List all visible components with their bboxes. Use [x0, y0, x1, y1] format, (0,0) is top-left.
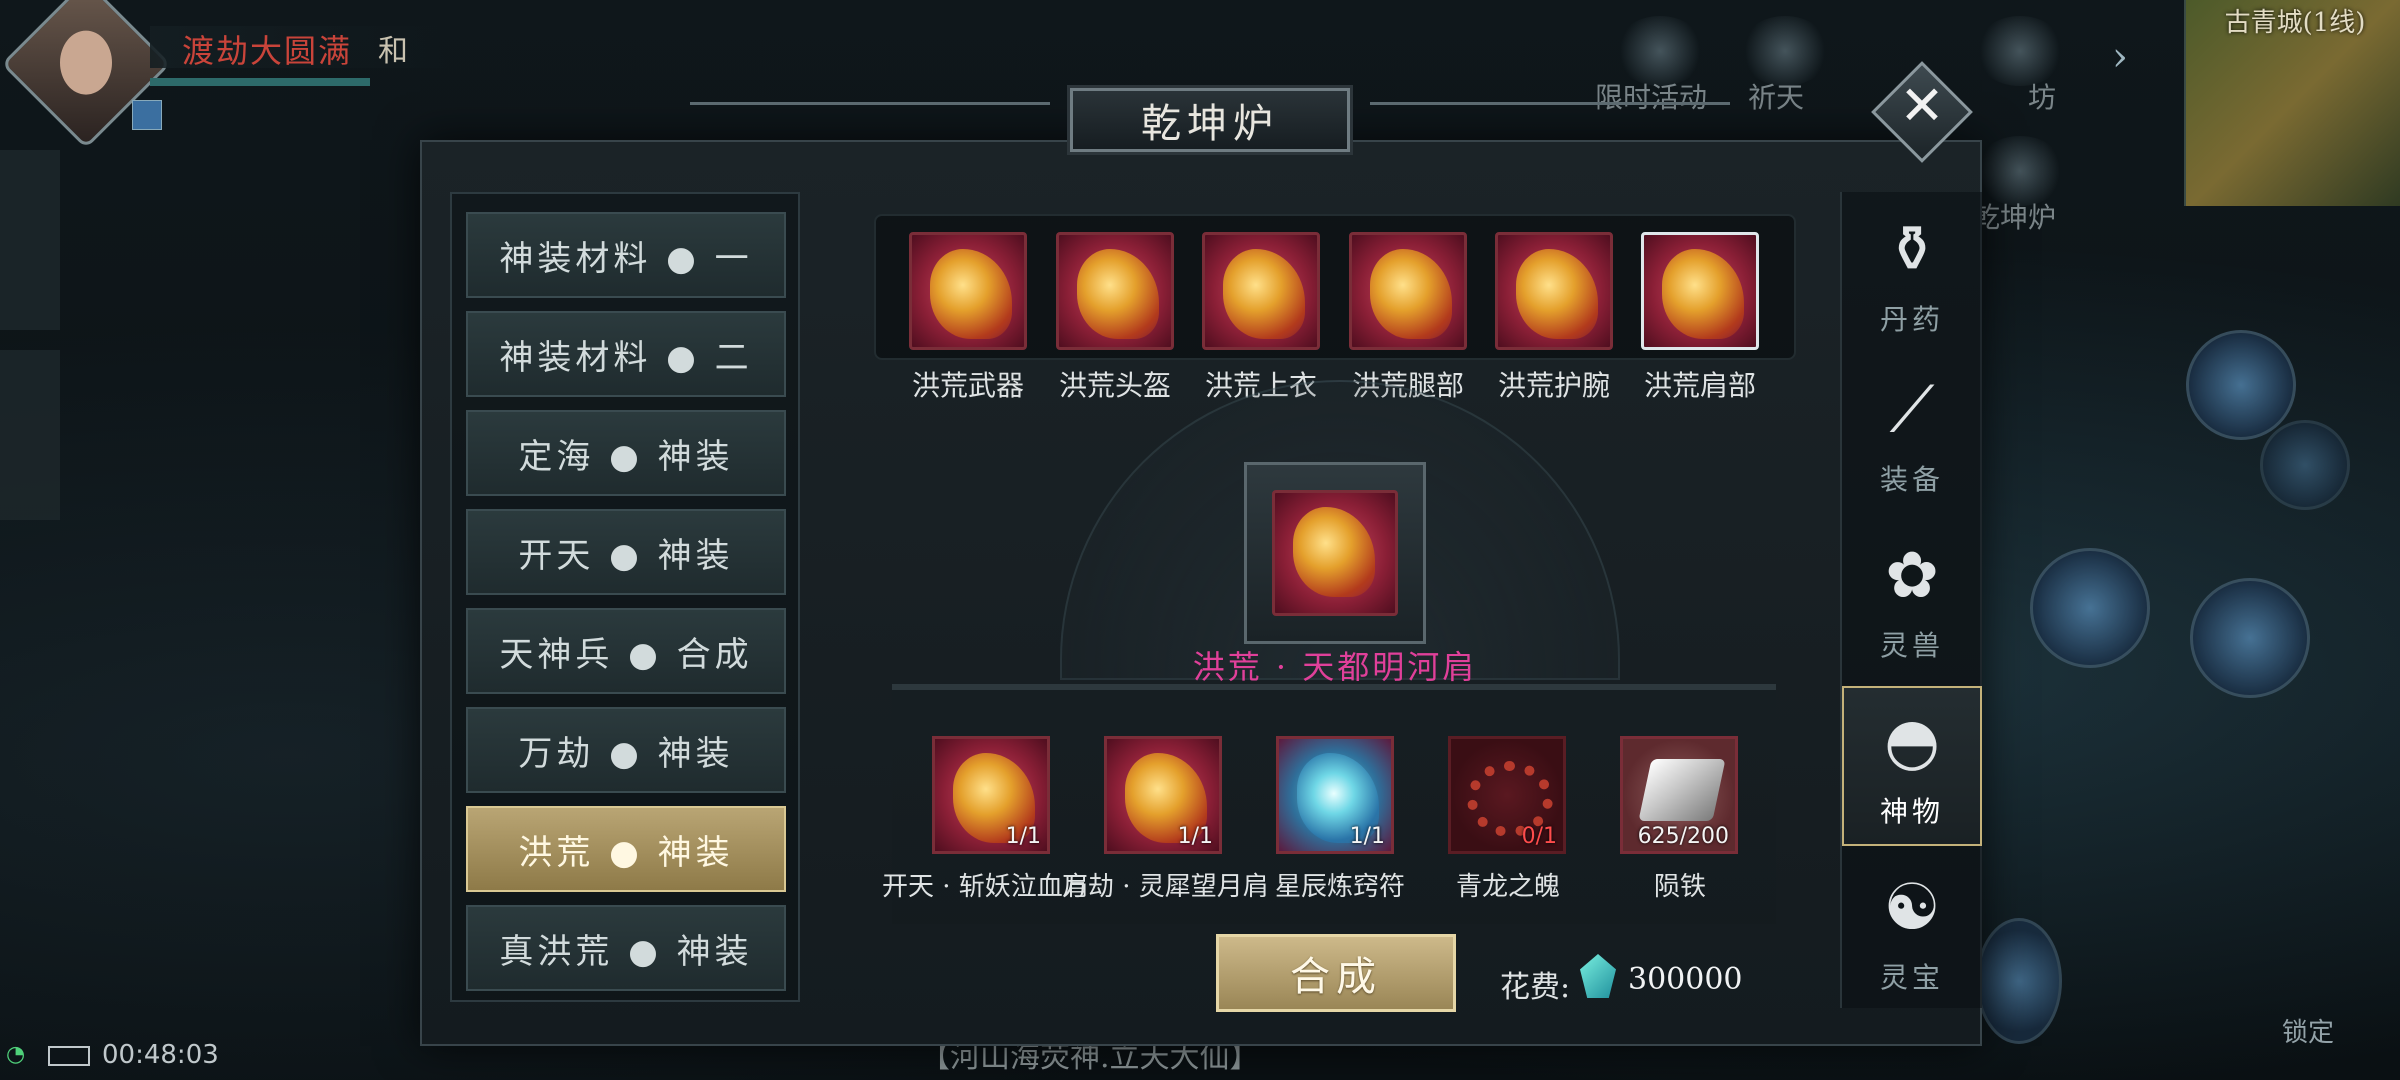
- close-icon[interactable]: ✕: [1886, 70, 1958, 142]
- player-hp-bar: [150, 78, 370, 86]
- dialog-title: 乾坤炉: [1141, 101, 1279, 147]
- compose-button[interactable]: 合成: [1216, 934, 1456, 1012]
- equip-label-shoulder: 洪荒肩部: [1643, 369, 1756, 402]
- equip-label-helmet: 洪荒头盔: [1058, 369, 1171, 402]
- tab-equipment[interactable]: ⟋ 装备: [1842, 352, 1982, 512]
- mortar-icon: ⚱: [1885, 213, 1939, 287]
- lock-target-label[interactable]: 锁定: [2282, 1012, 2334, 1049]
- material-label-4: 青龙之魄: [1455, 872, 1560, 902]
- side-flag-tab[interactable]: [0, 350, 60, 520]
- minimap-title: 古青城(1线): [2224, 8, 2366, 38]
- shoulder-icon: [1662, 249, 1744, 339]
- menu-item-wanjie[interactable]: 万劫 ● 神装: [466, 707, 786, 793]
- pray-label: 祈天: [1748, 81, 1805, 114]
- material-count: 1/1: [1005, 824, 1041, 849]
- material-count: 1/1: [1177, 824, 1213, 849]
- material-count: 1/1: [1349, 824, 1385, 849]
- skill-button-5[interactable]: [1976, 918, 2062, 1044]
- skill-button-4[interactable]: [2260, 420, 2350, 510]
- material-slot-3[interactable]: 1/1: [1276, 736, 1394, 854]
- equip-slot-weapon[interactable]: [909, 232, 1027, 350]
- shoulder-icon: [1293, 507, 1375, 597]
- menu-item-honghuang[interactable]: 洪荒 ● 神装: [466, 806, 786, 892]
- legs-icon: [1370, 249, 1452, 339]
- tab-divine-item[interactable]: ◓ 神物: [1842, 686, 1982, 846]
- material-label-1: 开天 · 斩妖泣血肩: [882, 872, 1089, 902]
- expand-arrow-icon[interactable]: ›: [2112, 34, 2166, 88]
- buff-icon[interactable]: [132, 100, 162, 130]
- tab-elixir-label: 丹药: [1879, 303, 1944, 336]
- menu-item-kaitian[interactable]: 开天 ● 神装: [466, 509, 786, 595]
- target-item-name: 洪荒 · 天都明河肩: [1192, 648, 1478, 686]
- equip-slot-bracer[interactable]: [1495, 232, 1613, 350]
- material-label-2: 万劫 · 灵犀望月肩: [1062, 872, 1269, 902]
- player-mode-tag[interactable]: 和: [378, 26, 408, 70]
- equip-label-bracer: 洪荒护腕: [1497, 369, 1610, 402]
- material-label-5: 陨铁: [1653, 872, 1706, 902]
- dialog-title-plate: 乾坤炉: [1067, 85, 1353, 155]
- battery-icon: [48, 1046, 90, 1066]
- target-item-slot[interactable]: [1272, 490, 1398, 616]
- equip-slot-armor[interactable]: [1202, 232, 1320, 350]
- armor-icon: [1223, 249, 1305, 339]
- cost-label: 花费:: [1500, 970, 1571, 1005]
- tab-elixir[interactable]: ⚱ 丹药: [1842, 192, 1982, 352]
- skill-button-3[interactable]: [2186, 330, 2296, 440]
- tab-divine-item-label: 神物: [1879, 795, 1944, 828]
- material-count: 0/1: [1521, 824, 1557, 849]
- title-ornament-left: [690, 102, 1050, 120]
- menu-item-material-1[interactable]: 神装材料 ● 一: [466, 212, 786, 298]
- material-slot-5[interactable]: 625/200: [1620, 736, 1738, 854]
- skill-button-2[interactable]: [2190, 578, 2310, 698]
- wifi-icon: ◔: [6, 1042, 26, 1067]
- menu-item-tianshenbing[interactable]: 天神兵 ● 合成: [466, 608, 786, 694]
- helmet-icon: [1077, 249, 1159, 339]
- side-task-tab[interactable]: [0, 150, 60, 330]
- equip-label-weapon: 洪荒武器: [911, 369, 1024, 402]
- equip-slot-helmet[interactable]: [1056, 232, 1174, 350]
- paw-icon: ✿: [1885, 539, 1939, 613]
- spear-icon: ⟋: [1889, 373, 1935, 447]
- treasure-icon: ☯: [1883, 871, 1941, 945]
- shop-label: 坊: [2028, 81, 2057, 114]
- skill-button-1[interactable]: [2030, 548, 2150, 668]
- furnace-hud-label: 乾坤炉: [1972, 201, 2057, 234]
- weapon-icon: [930, 249, 1012, 339]
- equip-slot-legs[interactable]: [1349, 232, 1467, 350]
- tab-beast[interactable]: ✿ 灵兽: [1842, 518, 1982, 678]
- iron-icon: [1638, 759, 1726, 821]
- player-name: 渡劫大圆满: [182, 32, 353, 70]
- tab-beast-label: 灵兽: [1879, 629, 1944, 662]
- cost-value: 300000: [1628, 962, 1743, 997]
- tab-treasure[interactable]: ☯ 灵宝: [1842, 850, 1982, 1010]
- tab-equipment-label: 装备: [1879, 463, 1944, 496]
- fan-icon: ◓: [1884, 705, 1940, 779]
- material-slot-4[interactable]: 0/1: [1448, 736, 1566, 854]
- clock: 00:48:03: [102, 1040, 219, 1070]
- material-slot-2[interactable]: 1/1: [1104, 736, 1222, 854]
- material-slot-1[interactable]: 1/1: [932, 736, 1050, 854]
- equip-slot-shoulder[interactable]: [1641, 232, 1759, 350]
- tab-treasure-label: 灵宝: [1879, 961, 1944, 994]
- material-count: 625/200: [1637, 824, 1729, 849]
- title-ornament-right: [1370, 102, 1730, 120]
- bracer-icon: [1516, 249, 1598, 339]
- menu-item-material-2[interactable]: 神装材料 ● 二: [466, 311, 786, 397]
- menu-item-zhen-honghuang[interactable]: 真洪荒 ● 神装: [466, 905, 786, 991]
- menu-item-dinghai[interactable]: 定海 ● 神装: [466, 410, 786, 496]
